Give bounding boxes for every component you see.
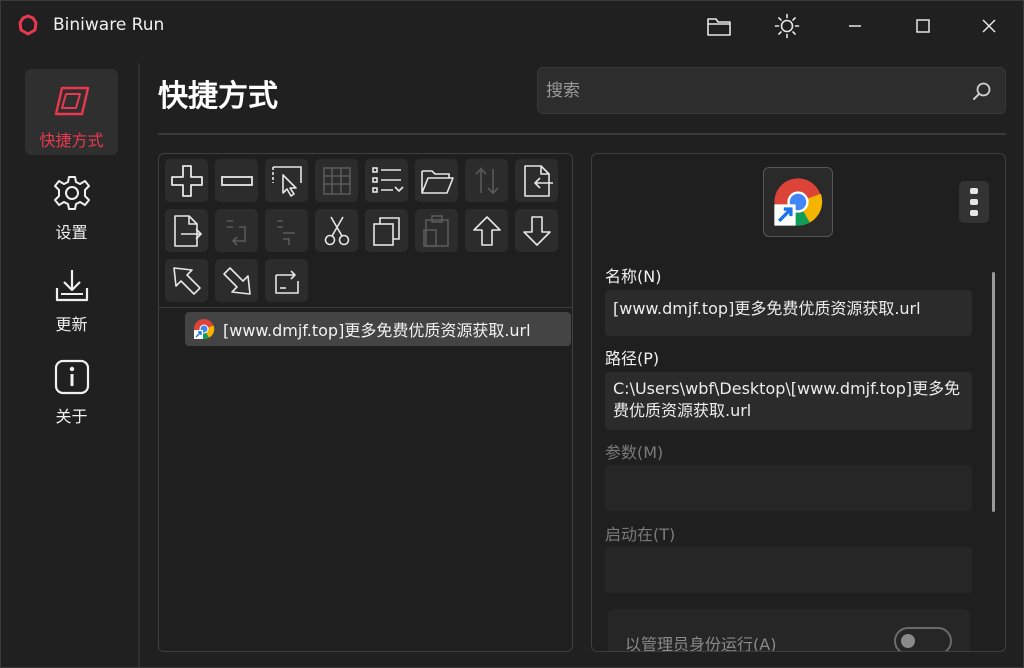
folder-icon	[707, 18, 731, 36]
cut-button[interactable]	[315, 209, 358, 252]
arrow-up-icon	[472, 215, 501, 246]
download-icon	[52, 265, 92, 305]
nav-label: 快捷方式	[39, 131, 104, 150]
nav-label: 关于	[55, 407, 88, 426]
nav-item-shortcuts[interactable]: 快捷方式	[25, 69, 118, 155]
move-down-right-button[interactable]	[215, 259, 258, 302]
menu-dot	[970, 188, 978, 194]
run-as-admin-row: 以管理员身份运行(A)	[608, 609, 970, 652]
copy-button[interactable]	[365, 209, 408, 252]
app-title: Biniware Run	[53, 15, 165, 35]
arrow-down-icon	[522, 215, 551, 246]
export-icon	[173, 214, 202, 247]
menu-dot	[970, 210, 978, 216]
name-label: 名称(N)	[605, 267, 662, 286]
menu-dot	[970, 199, 978, 205]
indent-icon	[226, 219, 246, 246]
shortcut-icon	[52, 81, 92, 121]
details-panel: 名称(N) [www.dmjf.top]更多免费优质资源获取.url 路径(P)…	[591, 153, 1006, 652]
toggle-knob	[901, 634, 915, 648]
grid-button[interactable]	[315, 159, 358, 202]
shortcut-icon-preview[interactable]	[763, 167, 833, 237]
sun-icon	[774, 13, 800, 39]
minimize-icon	[849, 25, 861, 27]
path-label: 路径(P)	[605, 349, 660, 368]
theme-toggle-button[interactable]	[769, 9, 805, 43]
maximize-button[interactable]	[905, 9, 941, 43]
nav-divider	[138, 63, 140, 667]
select-pointer-button[interactable]	[265, 159, 308, 202]
add-button[interactable]	[165, 159, 208, 202]
run-as-admin-toggle[interactable]	[894, 627, 952, 651]
refresh-button[interactable]	[265, 259, 308, 302]
search-input[interactable]	[546, 68, 966, 113]
folder-open-icon	[420, 169, 454, 194]
startin-field[interactable]	[605, 547, 972, 593]
startin-label: 启动在(T)	[605, 525, 676, 544]
arrow-up-left-icon	[172, 266, 201, 295]
move-up-button[interactable]	[465, 209, 508, 252]
more-options-button[interactable]	[959, 181, 989, 223]
export-button[interactable]	[165, 209, 208, 252]
close-button[interactable]	[971, 9, 1007, 43]
nav-label: 更新	[55, 315, 88, 334]
list-view-button[interactable]	[365, 159, 408, 202]
indent-button[interactable]	[215, 209, 258, 252]
chrome-shortcut-icon	[774, 178, 823, 226]
app-window: Biniware Run 快捷方式 设置 更新 关于 快捷方式 搜索 [www.…	[0, 0, 1024, 668]
arrow-down-right-icon	[222, 266, 251, 295]
refresh-icon	[274, 269, 299, 294]
chrome-shortcut-icon	[194, 319, 215, 339]
close-icon	[982, 19, 996, 33]
nav-item-settings[interactable]: 设置	[25, 161, 118, 247]
select-pointer-icon	[271, 165, 302, 197]
args-label: 参数(M)	[605, 443, 664, 462]
move-up-left-button[interactable]	[165, 259, 208, 302]
copy-icon	[372, 216, 400, 246]
shortcut-list-item[interactable]: [www.dmjf.top]更多免费优质资源获取.url	[185, 312, 571, 346]
sort-button[interactable]	[465, 159, 508, 202]
header-divider	[158, 133, 1006, 135]
nav-label: 设置	[55, 223, 88, 242]
minimize-button[interactable]	[837, 9, 873, 43]
info-icon	[52, 357, 92, 397]
maximize-icon	[916, 19, 930, 33]
app-logo-icon	[18, 14, 38, 36]
sort-icon	[474, 166, 499, 195]
outdent-icon	[276, 219, 295, 245]
import-button[interactable]	[515, 159, 558, 202]
list-icon	[371, 166, 404, 193]
open-folder-toolbar-button[interactable]	[415, 159, 458, 202]
shortcut-label: [www.dmjf.top]更多免费优质资源获取.url	[223, 321, 531, 340]
remove-icon	[220, 175, 253, 186]
outdent-button[interactable]	[265, 209, 308, 252]
details-scrollbar[interactable]	[992, 272, 995, 512]
nav-item-about[interactable]: 关于	[25, 345, 118, 431]
move-down-button[interactable]	[515, 209, 558, 252]
run-as-admin-label: 以管理员身份运行(A)	[625, 635, 777, 652]
cut-icon	[324, 216, 349, 245]
paste-icon	[422, 214, 449, 247]
name-field[interactable]: [www.dmjf.top]更多免费优质资源获取.url	[605, 290, 972, 336]
shortcuts-panel: [www.dmjf.top]更多免费优质资源获取.url	[158, 153, 573, 652]
remove-button[interactable]	[215, 159, 258, 202]
gear-icon	[52, 173, 92, 213]
search-box	[537, 67, 1006, 114]
page-title: 快捷方式	[158, 79, 278, 114]
grid-icon	[322, 166, 351, 195]
toolbar-divider	[159, 307, 572, 308]
args-field[interactable]	[605, 465, 972, 511]
search-icon[interactable]	[971, 80, 993, 102]
nav-item-update[interactable]: 更新	[25, 253, 118, 339]
paste-button[interactable]	[415, 209, 458, 252]
title-bar: Biniware Run	[1, 1, 1023, 51]
open-folder-button[interactable]	[701, 9, 737, 43]
add-icon	[170, 164, 203, 197]
path-field[interactable]: C:\Users\wbf\Desktop\[www.dmjf.top]更多免费优…	[605, 372, 972, 430]
import-icon	[523, 164, 553, 197]
